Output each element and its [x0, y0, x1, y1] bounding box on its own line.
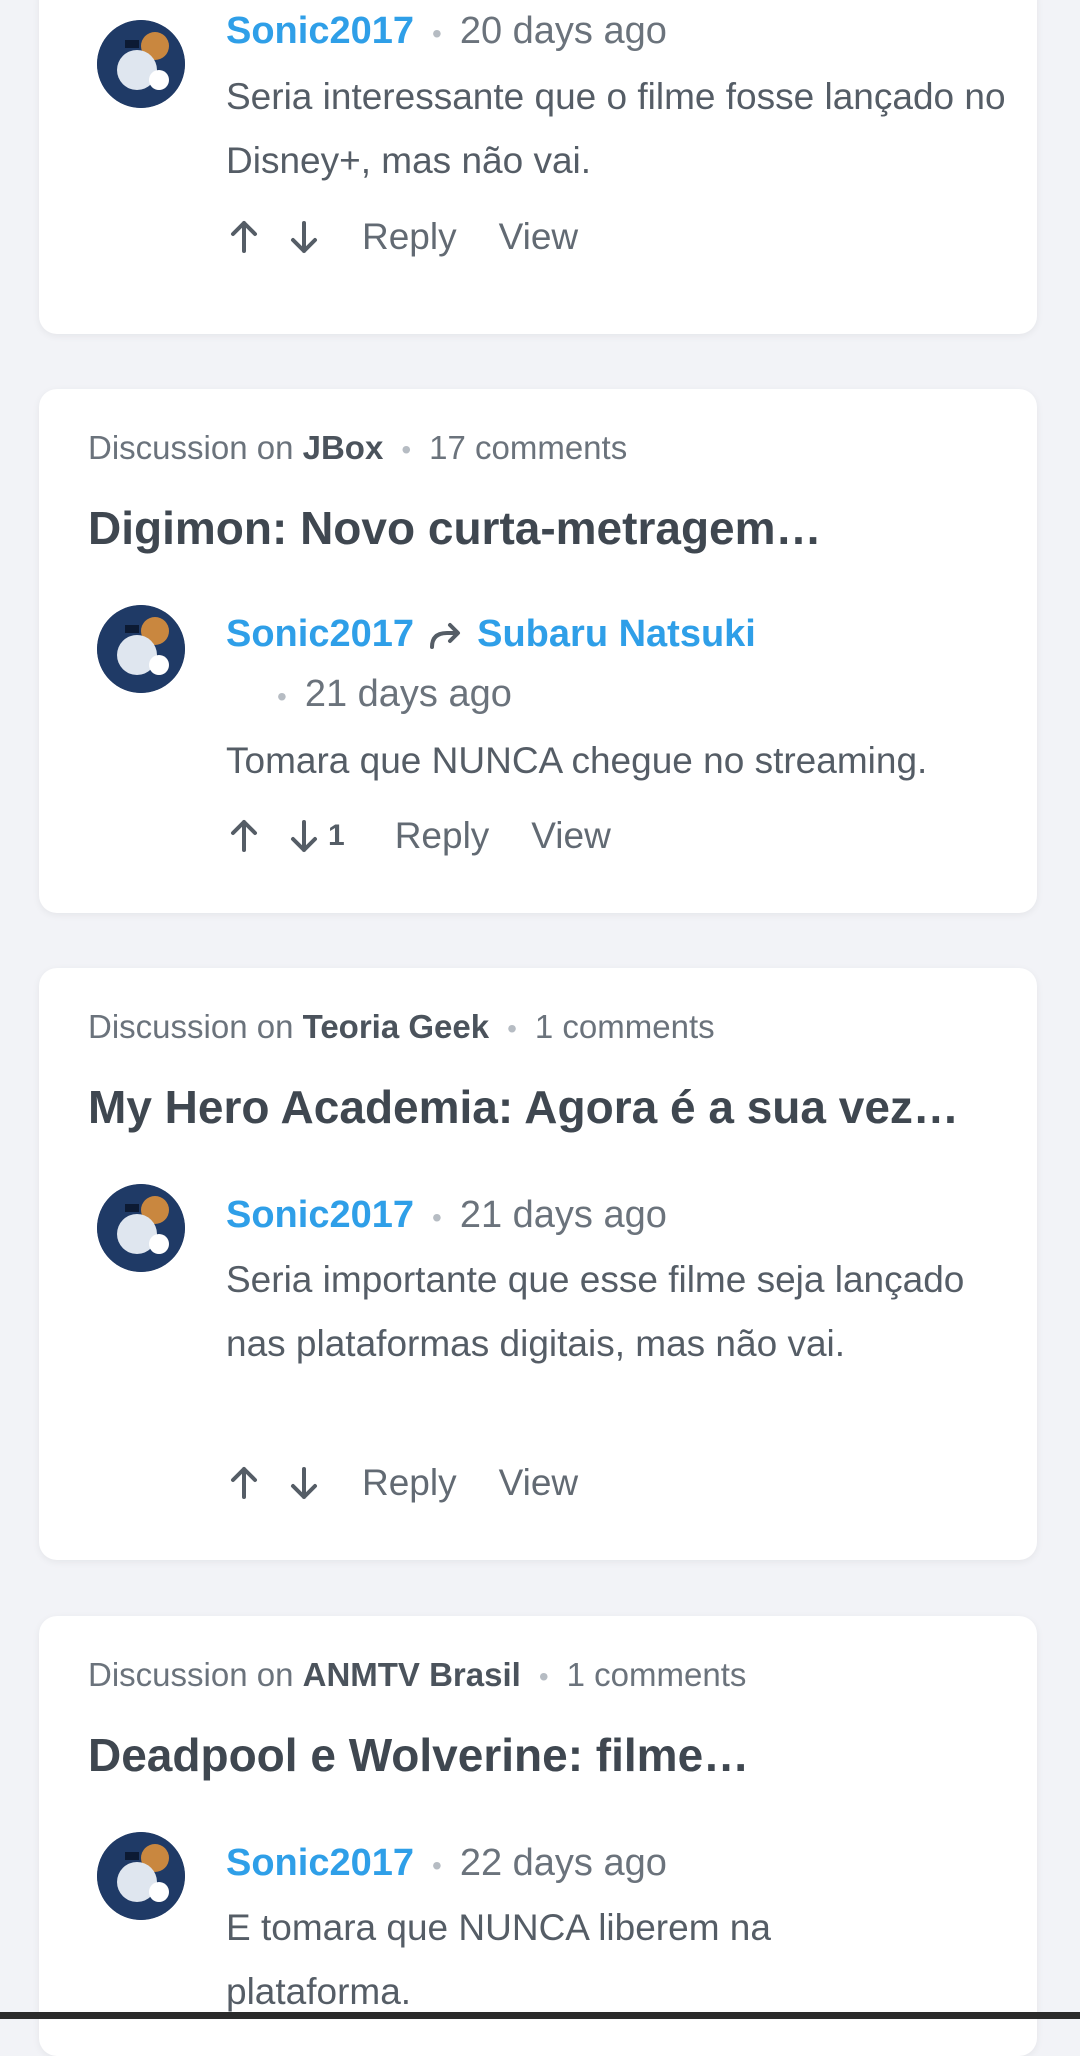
downvote-count: 1	[328, 819, 345, 852]
arrow-up-icon	[231, 820, 257, 852]
discussion-meta: Discussion on JBox • 17 comments	[88, 429, 628, 466]
arrow-up-icon	[231, 221, 257, 253]
comment-count[interactable]: 17 comments	[429, 429, 627, 466]
comment-text: Tomara que NUNCA chegue no streaming.	[226, 740, 928, 781]
arrow-down-icon	[291, 820, 317, 852]
comment-actions: 1 Reply View	[226, 811, 637, 861]
author-link[interactable]: Sonic2017	[226, 1842, 414, 1884]
arrow-down-icon	[291, 221, 317, 253]
site-link[interactable]: Teoria Geek	[303, 1008, 489, 1045]
upvote-button[interactable]	[226, 1463, 262, 1503]
avatar[interactable]	[97, 1832, 185, 1920]
upvote-button[interactable]	[226, 217, 262, 257]
site-link[interactable]: ANMTV Brasil	[303, 1656, 521, 1693]
comment-text: E tomara que NUNCA liberem na plataforma…	[226, 1907, 771, 2012]
comment-time[interactable]: 21 days ago	[460, 1194, 667, 1236]
comment-text: Seria importante que esse filme seja lan…	[226, 1259, 965, 1364]
downvote-button[interactable]	[286, 1463, 322, 1503]
arrow-down-icon	[291, 1467, 317, 1499]
downvote-button[interactable]	[286, 816, 322, 856]
author-link[interactable]: Sonic2017	[226, 10, 414, 52]
reply-button[interactable]: Reply	[362, 1462, 457, 1504]
avatar[interactable]	[97, 605, 185, 693]
comment-time[interactable]: 20 days ago	[460, 10, 667, 52]
discussion-card: Sonic2017 • 20 days ago Seria interessante…	[39, 0, 1037, 334]
site-link[interactable]: JBox	[303, 429, 384, 466]
discussion-card: Discussion on ANMTV Brasil • 1 comments De…	[39, 1616, 1037, 2056]
comment-text: Seria interessante que o filme fosse lan…	[226, 76, 1006, 181]
meta-prefix: Discussion on	[88, 429, 294, 466]
discussion-title[interactable]: Digimon: Novo curta-metragem…	[88, 501, 822, 555]
downvote-button[interactable]	[286, 217, 322, 257]
reply-button[interactable]: Reply	[362, 216, 457, 258]
view-button[interactable]: View	[499, 1462, 579, 1504]
discussion-meta: Discussion on ANMTV Brasil • 1 comments	[88, 1656, 747, 1693]
discussion-meta: Discussion on Teoria Geek • 1 comments	[88, 1008, 715, 1045]
comment-time[interactable]: 21 days ago	[305, 673, 512, 715]
view-button[interactable]: View	[531, 815, 611, 857]
reply-to-link[interactable]: Subaru Natsuki	[477, 613, 756, 655]
comment-actions: Reply View	[226, 1458, 604, 1508]
arrow-up-icon	[231, 1467, 257, 1499]
upvote-button[interactable]	[226, 816, 262, 856]
discussion-title[interactable]: Deadpool e Wolverine: filme…	[88, 1728, 749, 1782]
discussion-title[interactable]: My Hero Academia: Agora é a sua vez…	[88, 1080, 959, 1134]
author-link[interactable]: Sonic2017	[226, 613, 414, 655]
meta-prefix: Discussion on	[88, 1656, 294, 1693]
comment-count[interactable]: 1 comments	[535, 1008, 715, 1045]
comment-count[interactable]: 1 comments	[567, 1656, 747, 1693]
reply-to-arrow-icon	[429, 622, 460, 649]
discussion-card: Discussion on JBox • 17 comments Digimon: …	[39, 389, 1037, 913]
discussion-card: Discussion on Teoria Geek • 1 comments My …	[39, 968, 1037, 1560]
reply-button[interactable]: Reply	[395, 815, 490, 857]
avatar[interactable]	[97, 20, 185, 108]
comment-time[interactable]: 22 days ago	[460, 1842, 667, 1884]
comment-actions: Reply View	[226, 212, 604, 262]
bottom-edge-bar	[0, 2012, 1080, 2019]
meta-prefix: Discussion on	[88, 1008, 294, 1045]
author-link[interactable]: Sonic2017	[226, 1194, 414, 1236]
view-button[interactable]: View	[499, 216, 579, 258]
avatar[interactable]	[97, 1184, 185, 1272]
